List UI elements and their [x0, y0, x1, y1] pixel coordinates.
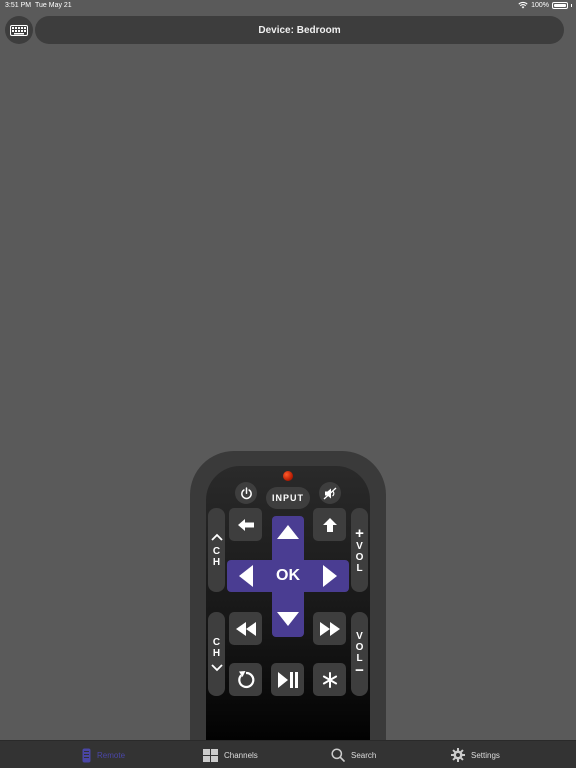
triangle-left-icon	[239, 565, 253, 587]
power-led	[283, 471, 293, 481]
keyboard-button[interactable]	[5, 16, 33, 44]
power-icon	[240, 486, 252, 499]
status-time: 3:51 PM	[5, 2, 32, 9]
back-button[interactable]	[229, 508, 262, 541]
fast-forward-button[interactable]	[313, 612, 346, 645]
triangle-down-icon	[277, 612, 299, 626]
asterisk-icon	[322, 671, 337, 688]
input-button[interactable]: INPUT	[266, 487, 310, 509]
tab-channels-label: Channels	[224, 750, 258, 760]
triangle-up-icon	[277, 525, 299, 539]
tab-settings-label: Settings	[471, 750, 500, 760]
play-pause-button[interactable]	[271, 663, 304, 696]
channel-up-label: C H	[212, 545, 221, 568]
input-label: INPUT	[272, 493, 304, 503]
mute-button[interactable]	[319, 482, 341, 504]
status-right: 100%	[518, 1, 572, 9]
tab-search-label: Search	[351, 750, 377, 760]
device-selector[interactable]: Device: Bedroom	[35, 16, 564, 44]
dpad-up[interactable]	[276, 520, 300, 544]
replay-button[interactable]	[229, 663, 262, 696]
tab-remote[interactable]: Remote	[82, 741, 125, 768]
search-icon	[331, 748, 345, 762]
dpad-down[interactable]	[276, 607, 300, 631]
volume-down-label: V O L	[355, 630, 364, 664]
channel-down-button[interactable]: C H	[208, 612, 225, 696]
tab-settings[interactable]: Settings	[451, 741, 500, 768]
dpad-right[interactable]	[318, 564, 342, 588]
tab-search[interactable]: Search	[331, 741, 376, 768]
mute-icon	[323, 487, 337, 499]
battery-percent: 100%	[531, 1, 549, 9]
channel-up-button[interactable]: C H	[208, 508, 225, 592]
grid-icon	[203, 748, 218, 762]
ok-button[interactable]: OK	[272, 560, 304, 592]
replay-icon	[237, 670, 254, 688]
volume-down-button[interactable]: V O L −	[351, 612, 368, 696]
arrow-left-icon	[237, 518, 254, 531]
power-button[interactable]	[235, 482, 257, 504]
ok-label: OK	[276, 567, 300, 584]
rewind-button[interactable]	[229, 612, 262, 645]
play-pause-icon	[277, 671, 298, 688]
status-bar: 3:51 PM Tue May 21 100%	[0, 0, 576, 12]
remote-icon	[82, 748, 91, 762]
gear-icon	[451, 748, 465, 762]
device-label: Device: Bedroom	[258, 24, 341, 36]
fast-forward-icon	[319, 621, 340, 636]
chevron-down-icon	[210, 663, 223, 671]
battery-cap	[571, 3, 572, 7]
dpad-left[interactable]	[234, 564, 258, 588]
chevron-up-icon	[210, 533, 223, 541]
tab-remote-label: Remote	[97, 750, 126, 760]
arrow-up-icon	[322, 517, 337, 532]
wifi-icon	[518, 2, 528, 9]
status-date: Tue May 21	[35, 2, 72, 9]
volume-minus-label: −	[355, 661, 364, 679]
rewind-icon	[235, 621, 256, 636]
tab-channels[interactable]: Channels	[203, 741, 258, 768]
options-button[interactable]	[313, 663, 346, 696]
battery-icon	[552, 1, 568, 9]
keyboard-icon	[10, 24, 28, 36]
home-button[interactable]	[313, 508, 346, 541]
volume-plus-label: +	[355, 524, 364, 542]
volume-up-button[interactable]: + V O L	[351, 508, 368, 592]
channel-down-label: C H	[212, 636, 221, 659]
volume-up-label: V O L	[355, 540, 364, 574]
triangle-right-icon	[323, 565, 337, 587]
tab-bar: Remote Channels Search Settings	[0, 740, 576, 768]
